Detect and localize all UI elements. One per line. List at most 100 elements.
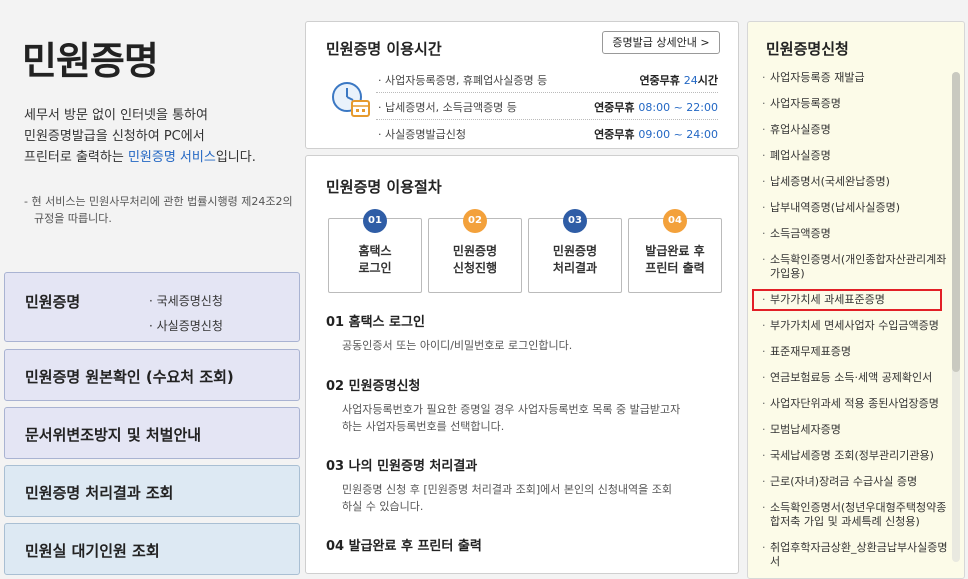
bullet: · (762, 501, 766, 514)
hours-row: · 사업자등록증명, 휴폐업사실증명 등 연중무휴 24시간 (376, 69, 718, 93)
apply-item-label: 연금보험료등 소득·세액 공제확인서 (770, 371, 933, 384)
procedure-item: 03 나의 민원증명 처리결과 민원증명 신청 후 [민원증명 처리결과 조회]… (326, 455, 726, 515)
menu-original-check[interactable]: 민원증명 원본확인 (수요처 조회) (4, 349, 300, 401)
intro-line-3: 프린터로 출력하는 민원증명 서비스입니다. (24, 147, 256, 168)
apply-scrollbar[interactable] (952, 72, 960, 562)
hours-time: 24 (683, 74, 698, 87)
procedure-item: 01 홈택스 로그인 공동인증서 또는 아이디/비밀번호로 로그인합니다. (326, 311, 726, 354)
apply-item[interactable]: · 휴업사실증명 (756, 121, 952, 139)
hours-row-label: · 사실증명발급신청 (378, 128, 466, 141)
step-label-line: 프린터 출력 (645, 261, 705, 275)
step-label-line: 신청진행 (452, 261, 498, 275)
apply-item[interactable]: · 부가가치세 면세사업자 수입금액증명 (756, 317, 952, 335)
apply-scroll-thumb[interactable] (952, 72, 960, 372)
clock-calendar-icon (332, 82, 370, 117)
step-label-line: 홈택스 (358, 244, 392, 258)
menu-waiting-lookup-label: 민원실 대기인원 조회 (25, 542, 160, 560)
apply-item-label: 납세증명서(국세완납증명) (770, 175, 890, 188)
apply-item[interactable]: · 소득확인증명서(개인종합자산관리계좌 가입용) (756, 251, 952, 283)
bullet: · (762, 227, 766, 240)
menu-original-check-label: 민원증명 원본확인 (수요처 조회) (25, 368, 234, 386)
apply-item[interactable]: · 사업자등록증명 (756, 95, 952, 113)
step-number: 04 (663, 209, 687, 233)
menu-civil-certificate[interactable]: 민원증명 · 국세증명신청 · 사실증명신청 (4, 272, 300, 342)
procedure-desc-line: 하는 사업자등록번호를 선택합니다. (342, 420, 505, 433)
step-number: 02 (463, 209, 487, 233)
procedure-desc: 사업자등록번호가 필요한 증명일 경우 사업자등록번호 목록 중 발급받고자 하는… (326, 401, 726, 435)
apply-item[interactable]: · 연금보험료등 소득·세액 공제확인서 (756, 369, 952, 387)
menu-waiting-lookup[interactable]: 민원실 대기인원 조회 (4, 523, 300, 575)
legal-note: - 현 서비스는 민원사무처리에 관한 법률시행령 제24조2의 규정을 따릅니… (24, 195, 293, 225)
step-label-line: 민원증명 (452, 244, 498, 258)
hours-prefix: 연중무휴 (639, 74, 684, 87)
apply-item[interactable]: · 취업후학자금상환_상환금납부사실증명서 (756, 539, 952, 571)
apply-item[interactable]: · 폐업사실증명 (756, 147, 952, 165)
bullet: · (762, 541, 766, 554)
hours-row: · 납세증명서, 소득금액증명 등 연중무휴 08:00 ~ 22:00 (376, 96, 718, 120)
procedure-desc: 민원증명 신청 후 [민원증명 처리결과 조회]에서 본인의 신청내역을 조회하… (326, 481, 726, 515)
step-label: 발급완료 후프린터 출력 (629, 243, 721, 277)
detail-guide-button[interactable]: 증명발급 상세안내 > (602, 31, 720, 54)
bullet: · (762, 149, 766, 162)
hours-row: · 사실증명발급신청 연중무휴 09:00 ~ 24:00 (376, 123, 718, 147)
intro-highlight: 민원증명 서비스 (127, 150, 216, 165)
hours-title: 민원증명 이용시간 (326, 40, 442, 58)
apply-item[interactable]: · 근로(자녀)장려금 수급사실 증명 (756, 473, 952, 491)
apply-item-label: 납부내역증명(납세사실증명) (770, 201, 901, 214)
apply-item-label: 사업자등록증 재발급 (770, 71, 865, 84)
apply-item[interactable]: · 소득금액증명 (756, 225, 952, 243)
hours-time: 09:00 ~ 24:00 (638, 128, 718, 141)
step-number: 01 (363, 209, 387, 233)
apply-item[interactable]: · 소득확인증명서(청년우대형주택청약종합저축 가입 및 과세특례 신청용) (756, 499, 952, 531)
bullet: · (762, 253, 766, 266)
hours-prefix: 연중무휴 (594, 101, 639, 114)
bullet: · (762, 475, 766, 488)
procedure-desc-line: 공동인증서 또는 아이디/비밀번호로 로그인합니다. (342, 339, 573, 352)
apply-item-label: 폐업사실증명 (770, 149, 831, 162)
procedure-desc-line: 민원증명 신청 후 [민원증명 처리결과 조회]에서 본인의 신청내역을 조회 (342, 483, 673, 496)
hours-prefix: 연중무휴 (594, 128, 639, 141)
hours-time: 08:00 ~ 22:00 (638, 101, 718, 114)
menu-result-lookup[interactable]: 민원증명 처리결과 조회 (4, 465, 300, 517)
bullet: · (762, 449, 766, 462)
apply-item-label: 취업후학자금상환_상환금납부사실증명서 (770, 541, 948, 568)
submenu-national-tax[interactable]: · 국세증명신청 (149, 289, 223, 314)
apply-item[interactable]: · 사업자단위과세 적용 종된사업장증명 (756, 395, 952, 413)
step-label-line: 발급완료 후 (645, 244, 705, 258)
apply-item-label: 국세납세증명 조회(정부관리기관용) (770, 449, 934, 462)
step-number: 03 (563, 209, 587, 233)
apply-item[interactable]: · 표준재무제표증명 (756, 343, 952, 361)
menu-forgery-prevention[interactable]: 문서위변조방지 및 처벌안내 (4, 407, 300, 459)
procedure-panel: 민원증명 이용절차 01 홈택스 로그인 02 민원증명 신청진행 03 민원증명 처… (305, 155, 739, 574)
procedure-heading: 04 발급완료 후 프린터 출력 (326, 539, 482, 554)
hours-row-value: 연중무휴 08:00 ~ 22:00 (594, 96, 718, 120)
apply-item[interactable]: · 국세납세증명 조회(정부관리기관용) (756, 447, 952, 465)
bullet: · (762, 123, 766, 136)
step-label-line: 로그인 (358, 261, 392, 275)
apply-item-label: 휴업사실증명 (770, 123, 831, 136)
apply-item[interactable]: · 모범납세자증명 (756, 421, 952, 439)
apply-title: 민원증명신청 (766, 40, 849, 58)
left-column: 민원증명 세무서 방문 없이 인터넷을 통하여 민원증명발급을 신청하여 PC에… (0, 0, 300, 579)
apply-item[interactable]: · 납세증명서(국세완납증명) (756, 173, 952, 191)
step-label-line: 처리결과 (552, 261, 598, 275)
hours-row-label: · 사업자등록증명, 휴폐업사실증명 등 (378, 74, 548, 87)
apply-item[interactable]: · 납부내역증명(납세사실증명) (756, 199, 952, 217)
menu-title[interactable]: 민원증명 (25, 291, 80, 312)
apply-item[interactable]: · 사업자등록증 재발급 (756, 69, 952, 87)
step-label-line: 민원증명 (552, 244, 598, 258)
intro-line-2: 민원증명발급을 신청하여 PC에서 (24, 129, 205, 144)
apply-item-label: 소득확인증명서(청년우대형주택청약종합저축 가입 및 과세특례 신청용) (770, 501, 947, 528)
page-title: 민원증명 (22, 39, 159, 83)
procedure-desc-line: 하실 수 있습니다. (342, 500, 424, 513)
submenu-fact-certificate[interactable]: · 사실증명신청 (149, 314, 223, 339)
hours-suffix: 시간 (697, 74, 718, 87)
hours-row-value: 연중무휴 09:00 ~ 24:00 (594, 123, 718, 147)
apply-item-selected[interactable]: · 부가가치세 과세표준증명 (752, 289, 942, 311)
apply-panel: 민원증명신청 · 사업자등록증 재발급 · 사업자등록증명 · 휴업사실증명 · 폐업사실증명… (747, 21, 965, 579)
menu-forgery-prevention-label: 문서위변조방지 및 처벌안내 (25, 426, 202, 444)
apply-item-label: 사업자단위과세 적용 종된사업장증명 (770, 397, 939, 410)
apply-item-label: 모범납세자증명 (770, 423, 841, 436)
procedure-heading: 01 홈택스 로그인 (326, 315, 425, 330)
bullet: · (762, 423, 766, 436)
